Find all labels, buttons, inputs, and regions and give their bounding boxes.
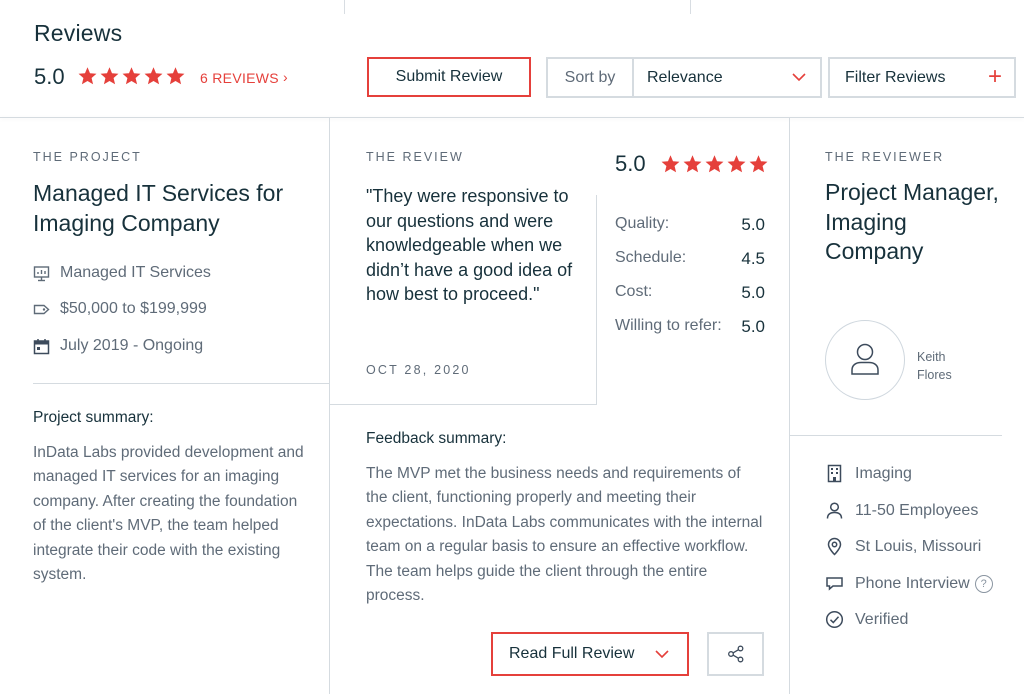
score-cost: Cost: 5.0 — [615, 283, 765, 303]
reviewer-interview-text: Phone Interview — [855, 574, 970, 592]
reviewer-verified: Verified — [825, 610, 908, 629]
person-icon — [825, 501, 844, 520]
review-quote: "They were responsive to our questions a… — [366, 186, 573, 304]
reviewer-location: St Louis, Missouri — [825, 537, 981, 556]
price-tag-icon — [33, 301, 50, 318]
presentation-chart-icon — [33, 265, 50, 282]
speech-bubble-icon — [825, 574, 844, 593]
average-rating: 5.0 — [34, 64, 65, 89]
sort-label: Sort by — [548, 59, 634, 96]
score-value: 5.0 — [741, 317, 765, 336]
reviewer-industry: Imaging — [825, 464, 912, 483]
project-dates-text: July 2019 - Ongoing — [60, 337, 204, 354]
score-willing-to-refer: Willing to refer: 5.0 — [615, 317, 765, 337]
help-icon[interactable]: ? — [974, 574, 993, 593]
chevron-right-icon[interactable]: › — [283, 69, 288, 85]
score-label: Quality: — [615, 215, 670, 232]
reviewer-company-size: 11-50 Employees — [825, 501, 978, 520]
chevron-down-icon — [792, 73, 806, 82]
star-icon — [726, 154, 747, 174]
review-section-label: THE REVIEW — [366, 150, 464, 164]
filter-reviews-button[interactable]: Filter Reviews + — [828, 57, 1016, 98]
project-budget: $50,000 to $199,999 — [33, 300, 207, 318]
reviewer-verified-text: Verified — [855, 610, 909, 628]
check-circle-icon — [825, 610, 844, 629]
review-star-rating — [660, 154, 769, 174]
score-value: 5.0 — [741, 283, 765, 302]
reviewer-interview-type: Phone Interview ? — [825, 574, 993, 593]
sort-select[interactable]: Relevance — [634, 59, 820, 96]
score-label: Cost: — [615, 283, 653, 300]
star-icon — [77, 66, 98, 86]
reviews-title: Reviews — [34, 20, 123, 46]
project-budget-text: $50,000 to $199,999 — [60, 300, 207, 317]
star-icon — [143, 66, 164, 86]
project-summary-heading: Project summary: — [33, 409, 154, 426]
star-icon — [121, 66, 142, 86]
header-divider — [0, 117, 1024, 118]
reviewer-industry-text: Imaging — [855, 464, 912, 482]
review-date: OCT 28, 2020 — [366, 363, 471, 377]
column-divider — [789, 118, 790, 694]
star-icon — [660, 154, 681, 174]
project-dates: July 2019 - Ongoing — [33, 337, 203, 355]
feedback-summary-text: The MVP met the business needs and requi… — [366, 465, 763, 605]
star-icon — [682, 154, 703, 174]
score-schedule: Schedule: 4.5 — [615, 249, 765, 269]
feedback-summary-heading: Feedback summary: — [366, 430, 507, 447]
filter-label: Filter Reviews — [845, 68, 946, 86]
star-icon — [99, 66, 120, 86]
column-divider — [329, 118, 330, 694]
reviewer-name: Keith Flores — [917, 348, 977, 384]
project-service-text: Managed IT Services — [60, 264, 211, 281]
reviewer-location-text: St Louis, Missouri — [855, 537, 982, 555]
share-button[interactable] — [707, 632, 764, 676]
header-star-rating — [77, 66, 186, 86]
score-label: Schedule: — [615, 249, 687, 266]
read-full-review-label: Read Full Review — [509, 645, 635, 662]
reviewer-company-size-text: 11-50 Employees — [855, 501, 979, 519]
overall-score: 5.0 — [615, 151, 646, 176]
sort-value: Relevance — [647, 68, 723, 86]
read-full-review-button[interactable]: Read Full Review — [491, 632, 689, 676]
star-icon — [165, 66, 186, 86]
row-divider — [790, 435, 1002, 436]
user-icon — [851, 343, 879, 375]
reviewer-first-name: Keith — [917, 350, 946, 364]
row-divider — [596, 195, 597, 405]
star-icon — [748, 154, 769, 174]
score-value: 4.5 — [741, 249, 765, 268]
score-quality: Quality: 5.0 — [615, 215, 765, 235]
submit-review-button[interactable]: Submit Review — [367, 57, 531, 97]
building-icon — [825, 464, 844, 483]
score-value: 5.0 — [741, 215, 765, 234]
chevron-down-icon — [655, 649, 669, 658]
star-icon — [704, 154, 725, 174]
row-divider — [33, 383, 329, 384]
reviewer-title: Project Manager, Imaging Company — [825, 179, 999, 264]
project-summary-text: InData Labs provided development and man… — [33, 444, 304, 584]
reviewer-last-name: Flores — [917, 368, 952, 382]
location-pin-icon — [825, 537, 844, 556]
score-label: Willing to refer: — [615, 317, 722, 334]
reviews-header: Reviews 5.0 6 REVIEWS › Submit Review So… — [0, 0, 1024, 118]
avatar — [825, 320, 905, 400]
share-icon — [727, 645, 743, 663]
project-service: Managed IT Services — [33, 264, 211, 282]
calendar-icon — [33, 338, 50, 355]
reviewer-section-label: THE REVIEWER — [825, 150, 945, 164]
row-divider — [330, 404, 596, 405]
project-section-label: THE PROJECT — [33, 150, 142, 164]
reviews-count-link[interactable]: 6 REVIEWS — [200, 70, 279, 86]
project-title: Managed IT Services for Imaging Company — [33, 180, 284, 236]
sort-control: Sort by Relevance — [546, 57, 822, 98]
plus-icon: + — [987, 62, 1002, 90]
